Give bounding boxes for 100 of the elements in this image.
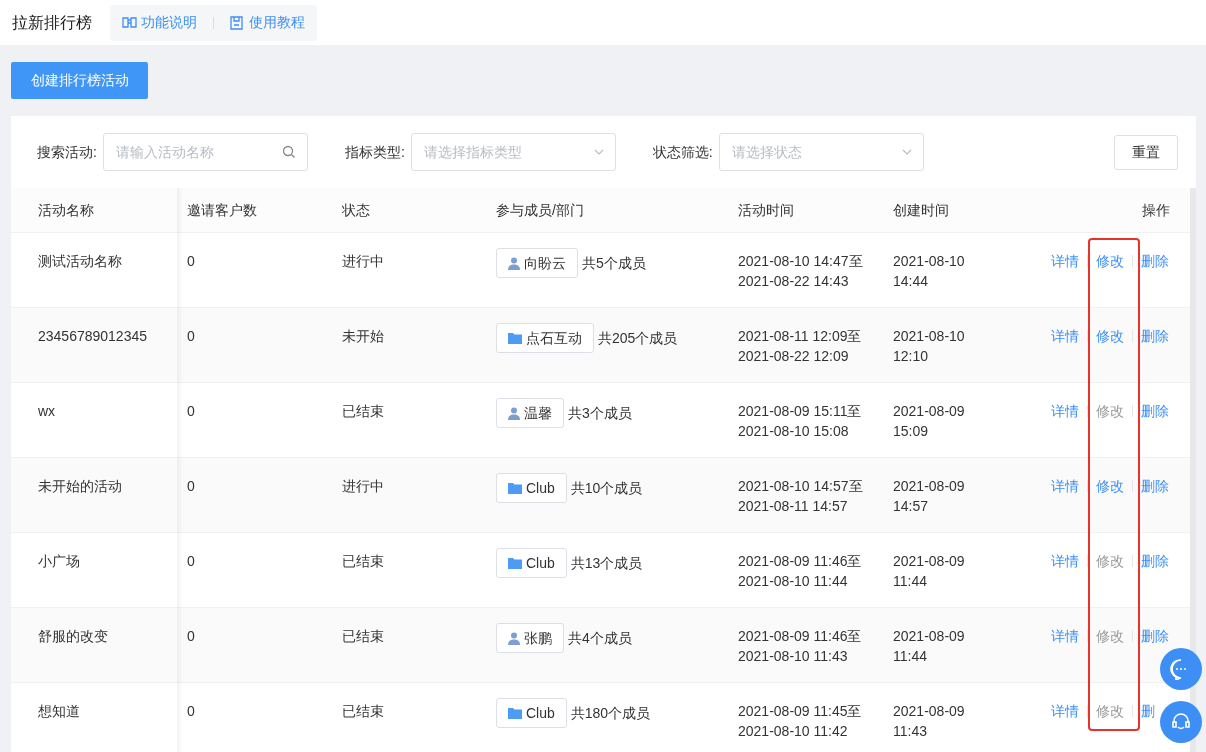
folder-icon (508, 707, 522, 719)
book-icon (122, 16, 137, 29)
column-header: 创建时间 (893, 200, 949, 220)
member-name: 张鹏 (524, 628, 552, 648)
member-count: 共13个成员 (570, 553, 643, 573)
table-cell-text: 2021-08-22 14:43 (738, 272, 850, 291)
table-cell-text: 2021-08-10 (893, 327, 966, 346)
table-cell-text: 2021-08-22 12:09 (738, 347, 850, 366)
table-cell-text: 2021-08-10 (893, 252, 966, 271)
create-button[interactable]: 创建排行榜活动 (11, 62, 148, 99)
action-link[interactable]: 删除 (1141, 626, 1169, 646)
table-cell-text: 0 (187, 552, 195, 571)
folder-icon (508, 557, 522, 569)
table-cell-text: 2021-08-09 11:46至 (738, 552, 863, 571)
folder-icon (508, 482, 522, 494)
folder-icon (508, 332, 522, 344)
table-cell-text: 小广场 (38, 552, 80, 571)
table-cell-text: wx (38, 402, 56, 421)
table-cell-text: 2021-08-10 14:47至 (738, 252, 864, 271)
table-cell-text: 2021-08-09 (893, 702, 966, 721)
action-link[interactable]: 详情 (1051, 551, 1079, 571)
table-cell-text: 15:09 (893, 422, 930, 441)
person-icon (508, 631, 520, 645)
table-cell-text: 2021-08-10 11:44 (738, 572, 849, 591)
table-cell-text: 未开始 (342, 327, 384, 346)
document-icon (230, 15, 243, 30)
column-header: 邀请客户数 (187, 200, 257, 220)
action-link[interactable]: 删 (1141, 701, 1155, 721)
filter-label: 指标类型: (344, 142, 405, 162)
table-cell-text: 11:43 (893, 722, 928, 741)
table-cell-text: 已结束 (342, 627, 384, 646)
action-link[interactable]: 删除 (1141, 476, 1169, 496)
table-cell-text: 进行中 (342, 252, 384, 271)
table-cell-text: 0 (187, 702, 195, 721)
table-cell-text: 14:44 (893, 272, 930, 291)
table-cell-text: 已结束 (342, 552, 384, 571)
member-count: 共4个成员 (568, 628, 632, 648)
table-cell-text: 2021-08-10 11:43 (738, 647, 849, 666)
help-link[interactable]: 使用教程 (230, 12, 305, 33)
table-cell-text: 2021-08-09 (893, 477, 966, 496)
action-link[interactable]: 详情 (1051, 251, 1079, 271)
person-icon (508, 256, 520, 270)
table-cell-text: 0 (187, 252, 195, 271)
table-cell-text: 2021-08-10 15:08 (738, 422, 850, 441)
table-cell-text: 0 (187, 327, 195, 346)
action-link[interactable]: 详情 (1051, 476, 1079, 496)
table-cell-text: 测试活动名称 (38, 252, 122, 271)
table-cell-text: 0 (187, 402, 195, 421)
filter-label: 搜索活动: (37, 142, 97, 162)
action-link[interactable]: 删除 (1141, 251, 1169, 271)
help-link[interactable]: 功能说明 (122, 12, 197, 33)
action-link[interactable]: 详情 (1051, 701, 1079, 721)
column-header: 状态 (342, 200, 370, 220)
table-cell-text: 11:44 (893, 647, 928, 666)
chevron-down-icon (593, 149, 604, 155)
chevron-down-icon (901, 149, 912, 155)
table-cell-text: 舒服的改变 (38, 627, 108, 646)
member-name: Club (526, 553, 555, 573)
action-link[interactable]: 删除 (1141, 326, 1169, 346)
column-header: 操作 (1142, 200, 1170, 220)
table-cell-text: 2021-08-09 15:11至 (738, 402, 863, 421)
table-cell-text: 2021-08-09 (893, 402, 966, 421)
member-name: Club (526, 703, 555, 723)
member-name: Club (526, 478, 555, 498)
action-link[interactable]: 删除 (1141, 401, 1169, 421)
action-link[interactable]: 修改 (1096, 251, 1124, 271)
table-cell-text: 已结束 (342, 702, 384, 721)
table-cell-text: 2021-08-09 11:46至 (738, 627, 863, 646)
member-name: 温馨 (524, 403, 552, 423)
reset-button[interactable]: 重置 (1114, 134, 1178, 170)
action-link[interactable]: 详情 (1051, 401, 1079, 421)
member-count: 共5个成员 (582, 253, 646, 273)
action-link[interactable]: 详情 (1051, 626, 1079, 646)
table-cell-text: 0 (187, 627, 195, 646)
column-header: 活动名称 (38, 200, 94, 220)
member-count: 共180个成员 (570, 703, 651, 723)
member-count: 共205个成员 (598, 328, 678, 348)
action-link[interactable]: 修改 (1096, 476, 1124, 496)
table-cell-text: 2021-08-09 (893, 552, 966, 571)
table-cell-text: 2021-08-09 (893, 627, 966, 646)
action-link[interactable]: 修改 (1096, 326, 1124, 346)
select-field[interactable]: 请选择指标类型 (410, 133, 616, 171)
select-field[interactable]: 请选择状态 (718, 133, 924, 171)
table-cell-text: 2021-08-11 12:09至 (738, 327, 863, 346)
table-cell-text: 0 (187, 477, 195, 496)
member-count: 共10个成员 (570, 478, 643, 498)
member-name: 向盼云 (524, 253, 566, 273)
table-cell-text: 未开始的活动 (38, 477, 122, 496)
table-cell-text: 2021-08-09 11:45至 (738, 702, 863, 721)
table-cell-text: 2021-08-11 14:57 (738, 497, 849, 516)
table-cell-text: 11:44 (893, 572, 928, 591)
table-cell-text: 12:10 (893, 347, 930, 366)
person-icon (508, 406, 520, 420)
column-header: 参与成员/部门 (496, 200, 584, 220)
action-link[interactable]: 删除 (1141, 551, 1169, 571)
page-title: 拉新排行榜 (12, 12, 92, 33)
search-field[interactable]: 请输入活动名称 (102, 133, 308, 171)
table-cell-text: 2021-08-10 11:42 (738, 722, 849, 741)
table-cell-text: 2021-08-10 14:57至 (738, 477, 864, 496)
action-link[interactable]: 详情 (1051, 326, 1079, 346)
